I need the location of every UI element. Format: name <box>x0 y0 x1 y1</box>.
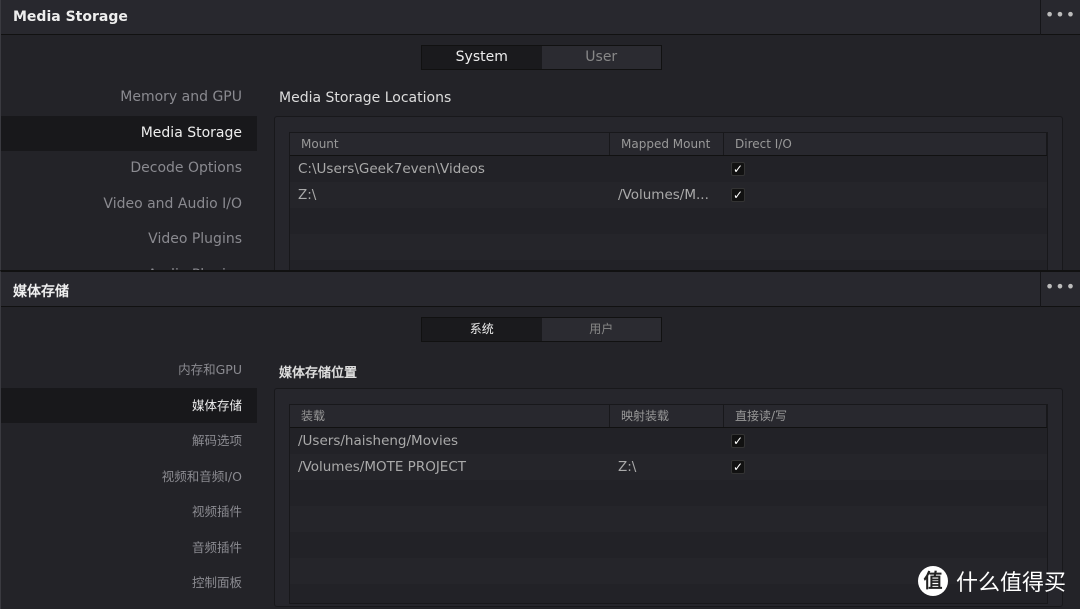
sidebar-item[interactable]: Video and Audio I/O <box>1 187 257 223</box>
sidebar-item[interactable]: 控制面板 <box>1 565 257 601</box>
table-row <box>290 234 1047 260</box>
locations-box: Mount Mapped Mount Direct I/O C:\Users\Ge… <box>274 116 1063 270</box>
column-direct-io[interactable]: 直接读/写 <box>724 405 1047 427</box>
mount-cell: /Volumes/MOTE PROJECT <box>298 459 467 475</box>
column-mapped-mount[interactable]: 映射装载 <box>610 405 724 427</box>
tab-system[interactable]: 系统 <box>422 318 542 341</box>
media-storage-panel-en: Media Storage ••• System User Memory and… <box>0 0 1080 270</box>
sidebar-item[interactable]: Audio Plugins <box>1 258 257 271</box>
direct-io-checkbox[interactable]: ✓ <box>731 460 745 474</box>
direct-io-checkbox[interactable]: ✓ <box>731 162 745 176</box>
sidebar-item[interactable]: 视频和音频I/O <box>1 459 257 495</box>
mount-cell: Z:\ <box>298 187 317 203</box>
ellipsis-icon[interactable]: ••• <box>1040 272 1080 307</box>
table-row <box>290 208 1047 234</box>
mount-cell: /Users/haisheng/Movies <box>298 433 459 449</box>
sidebar-item[interactable]: 视频插件 <box>1 494 257 530</box>
table-row[interactable]: /Users/haisheng/Movies ✓ <box>290 428 1047 454</box>
scope-tabs: 系统 用户 <box>421 317 662 342</box>
ellipsis-icon[interactable]: ••• <box>1040 0 1080 35</box>
sidebar-item[interactable]: 内存和GPU <box>1 352 257 388</box>
panel-title: Media Storage <box>13 9 128 25</box>
watermark: 值 什么值得买 <box>917 565 1066 597</box>
table-row[interactable]: Z:\ /Volumes/M... ✓ <box>290 182 1047 208</box>
table-row <box>290 480 1047 506</box>
table-row <box>290 532 1047 558</box>
locations-table: Mount Mapped Mount Direct I/O C:\Users\Ge… <box>289 132 1048 270</box>
table-header: Mount Mapped Mount Direct I/O <box>290 133 1047 156</box>
tab-user[interactable]: 用户 <box>542 318 662 341</box>
direct-io-checkbox[interactable]: ✓ <box>731 188 745 202</box>
watermark-text: 什么值得买 <box>955 571 1066 596</box>
sidebar-item[interactable]: Decode Options <box>1 151 257 187</box>
column-direct-io[interactable]: Direct I/O <box>724 133 1047 155</box>
sidebar-item[interactable]: Memory and GPU <box>1 80 257 116</box>
mapped-mount-cell: Z:\ <box>618 459 637 475</box>
section-heading: 媒体存储位置 <box>279 366 358 381</box>
table-row <box>290 260 1047 270</box>
column-mount[interactable]: 装载 <box>290 405 610 427</box>
table-row <box>290 506 1047 532</box>
direct-io-checkbox[interactable]: ✓ <box>731 434 745 448</box>
tab-system[interactable]: System <box>422 46 542 69</box>
tab-user[interactable]: User <box>542 46 662 69</box>
column-mapped-mount[interactable]: Mapped Mount <box>610 133 724 155</box>
scope-tabs: System User <box>421 45 662 70</box>
sidebar-item[interactable]: 媒体存储 <box>1 387 257 423</box>
watermark-logo: 值 <box>917 566 948 596</box>
table-row[interactable]: /Volumes/MOTE PROJECT Z:\ ✓ <box>290 454 1047 480</box>
sidebar: 内存和GPU 媒体存储 解码选项 视频和音频I/O 视频插件 音频插件 控制面板 <box>1 352 257 601</box>
panel-title: 媒体存储 <box>13 284 69 300</box>
column-mount[interactable]: Mount <box>290 133 610 155</box>
title-bar: Media Storage ••• <box>1 0 1080 35</box>
table-header: 装载 映射装载 直接读/写 <box>290 405 1047 428</box>
sidebar-item[interactable]: Media Storage <box>1 115 257 151</box>
section-heading: Media Storage Locations <box>279 90 452 106</box>
sidebar-item[interactable]: Video Plugins <box>1 222 257 258</box>
mount-cell: C:\Users\Geek7even\Videos <box>298 161 485 177</box>
media-storage-panel-zh: 媒体存储 ••• 系统 用户 内存和GPU 媒体存储 解码选项 视频和音频I/O 视频插… <box>0 270 1080 609</box>
title-bar: 媒体存储 ••• <box>1 272 1080 307</box>
sidebar: Memory and GPU Media Storage Decode Option… <box>1 80 257 270</box>
table-row[interactable]: C:\Users\Geek7even\Videos ✓ <box>290 156 1047 182</box>
sidebar-item[interactable]: 解码选项 <box>1 423 257 459</box>
sidebar-item[interactable]: 音频插件 <box>1 530 257 566</box>
mapped-mount-cell: /Volumes/M... <box>618 187 709 203</box>
